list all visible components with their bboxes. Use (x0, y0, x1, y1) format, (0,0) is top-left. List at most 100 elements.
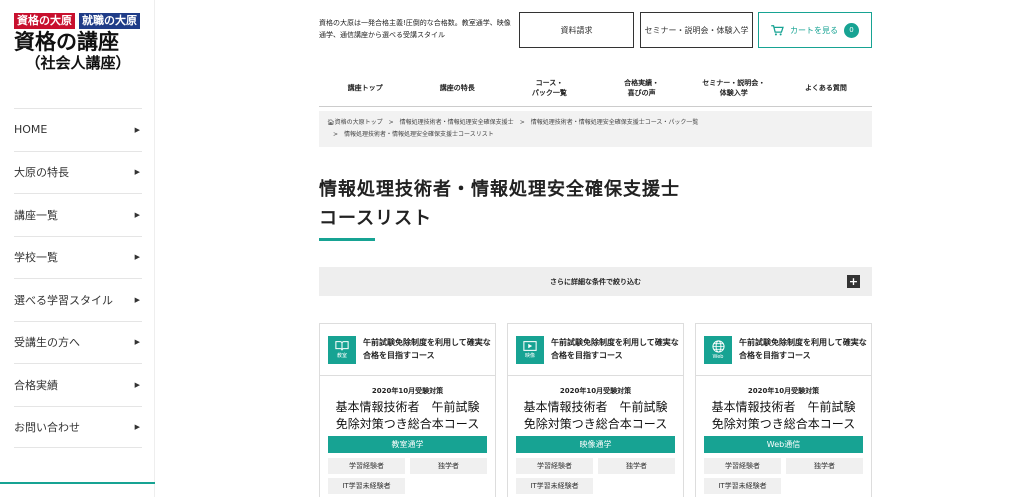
sidebar-accent-bar (0, 482, 155, 484)
target-tag: 学習経験者 (328, 458, 405, 474)
sidebar-item-label: HOME (14, 123, 48, 137)
badge-label: 教室 (336, 353, 347, 359)
course-name[interactable]: 基本情報技術者 午前試験 免除対策つき総合本コース (696, 399, 871, 433)
chevron-right-icon: ▶ (134, 253, 140, 262)
course-name-line1: 基本情報技術者 午前試験 (335, 400, 480, 414)
course-name-line1: 基本情報技術者 午前試験 (523, 400, 668, 414)
course-description: 午前試験免除制度を利用して確実な合格を目指すコース (551, 338, 679, 360)
home-icon: 🏠︎ (327, 119, 335, 126)
course-card[interactable]: Web 午前試験免除制度を利用して確実な合格を目指すコース 2020年10月受験… (695, 323, 872, 497)
cart-icon (771, 24, 784, 35)
page-title: 情報処理技術者・情報処理安全確保支援士 コースリスト (319, 175, 680, 233)
target-tags: 学習経験者 独学者 IT学習未経験者 (704, 458, 863, 494)
sidebar-item-home[interactable]: HOME ▶ (14, 108, 142, 151)
sidebar-item-label: 合格実績 (14, 378, 58, 392)
view-cart-button[interactable]: カートを見る 0 (758, 12, 872, 48)
page-title-line2: コースリスト (319, 208, 433, 229)
badge-label: Web (712, 353, 724, 360)
logo-tags: 資格の大原 就職の大原 (14, 13, 142, 29)
side-navigation: HOME ▶ 大原の特長 ▶ 講座一覧 ▶ 学校一覧 ▶ 選べる学習スタイル ▶… (14, 108, 142, 448)
target-tags: 学習経験者 独学者 IT学習未経験者 (516, 458, 675, 494)
target-tag: 独学者 (786, 458, 863, 474)
header-tagline: 資格の大原は一発合格主義!圧倒的な合格数。教室通学、映像通学、通信講座から選べる… (319, 19, 511, 39)
chevron-right-icon: ▶ (134, 168, 140, 177)
course-name-line1: 基本情報技術者 午前試験 (711, 400, 856, 414)
exam-target: 2020年10月受験対策 (371, 387, 444, 395)
logo-tag-shikaku: 資格の大原 (14, 13, 75, 29)
sidebar-item-schools[interactable]: 学校一覧 ▶ (14, 235, 142, 279)
target-tag: IT学習未経験者 (704, 478, 781, 494)
sidebar-item-features[interactable]: 大原の特長 ▶ (14, 150, 142, 194)
sidebar-item-contact[interactable]: お問い合わせ ▶ (14, 405, 142, 448)
sidebar-item-label: お問い合わせ (14, 420, 80, 434)
breadcrumb: 🏠︎資格の大原トップ > 情報処理技術者・情報処理安全確保支援士 > 情報処理技術者・情… (319, 111, 872, 147)
target-tag: 独学者 (410, 458, 487, 474)
view-cart-label: カートを見る (790, 25, 838, 35)
course-name-line2: 免除対策つき総合本コース (523, 417, 668, 431)
breadcrumb-item-course-list[interactable]: 情報処理技術者・情報処理安全確保支援士コース・パック一覧 (531, 119, 699, 126)
logo[interactable]: 資格の大原 就職の大原 資格の講座 （社会人講座） (14, 13, 142, 72)
seminar-label: セミナー・説明会・体験入学 (644, 25, 749, 35)
sidebar-item-courses[interactable]: 講座一覧 ▶ (14, 193, 142, 236)
breadcrumb-item-current: 情報処理技術者・情報処理安全確保支援士コースリスト (344, 131, 494, 138)
sidebar: 資格の大原 就職の大原 資格の講座 （社会人講座） HOME ▶ 大原の特長 ▶… (0, 0, 155, 497)
chevron-right-icon: ▶ (134, 422, 140, 431)
learning-style-badge: 映像通学 (516, 436, 675, 453)
tab-seminar[interactable]: セミナー・説明会・ 体験入学 (688, 70, 780, 106)
breadcrumb-separator: > (333, 131, 339, 138)
target-tag: IT学習未経験者 (328, 478, 405, 494)
tab-faq[interactable]: よくある質問 (780, 70, 872, 106)
sidebar-item-results[interactable]: 合格実績 ▶ (14, 363, 142, 406)
page-title-line1: 情報処理技術者・情報処理安全確保支援士 (319, 179, 680, 200)
sidebar-item-label: 学校一覧 (14, 251, 58, 265)
course-card[interactable]: 映像 午前試験免除制度を利用して確実な合格を目指すコース 2020年10月受験対… (507, 323, 684, 497)
course-description: 午前試験免除制度を利用して確実な合格を目指すコース (363, 338, 491, 360)
filter-label: さらに詳細な条件で絞り込む (550, 277, 641, 286)
globe-icon (711, 339, 725, 353)
learning-style-badge: 教室通学 (328, 436, 487, 453)
learning-style-badge: Web通信 (704, 436, 863, 453)
course-name[interactable]: 基本情報技術者 午前試験 免除対策つき総合本コース (508, 399, 683, 433)
badge-label: 映像 (524, 353, 535, 359)
request-materials-button[interactable]: 資料請求 (519, 12, 634, 48)
chevron-right-icon: ▶ (134, 338, 140, 347)
logo-sub-text: （社会人講座） (25, 54, 131, 72)
sidebar-item-label: 大原の特長 (14, 166, 69, 180)
chevron-right-icon: ▶ (134, 295, 140, 304)
breadcrumb-separator: > (519, 119, 525, 126)
sidebar-item-label: 受講生の方へ (14, 336, 80, 350)
classroom-badge: 教室 (328, 336, 356, 364)
course-navigation: 講座トップ 講座の特長 コース・ パック一覧 合格実績・ 喜びの声 セミナー・説… (319, 70, 872, 106)
course-card-header: 映像 午前試験免除制度を利用して確実な合格を目指すコース (508, 324, 683, 376)
book-icon (335, 341, 349, 351)
tab-course-top[interactable]: 講座トップ (319, 70, 411, 106)
tab-course-features[interactable]: 講座の特長 (411, 70, 503, 106)
video-badge: 映像 (516, 336, 544, 364)
logo-main-text: 資格の講座 (14, 30, 119, 54)
seminar-button[interactable]: セミナー・説明会・体験入学 (640, 12, 753, 48)
course-name-line2: 免除対策つき総合本コース (335, 417, 480, 431)
course-card-header: Web 午前試験免除制度を利用して確実な合格を目指すコース (696, 324, 871, 376)
course-card-header: 教室 午前試験免除制度を利用して確実な合格を目指すコース (320, 324, 495, 376)
sidebar-item-students[interactable]: 受講生の方へ ▶ (14, 320, 142, 364)
sidebar-item-learning-styles[interactable]: 選べる学習スタイル ▶ (14, 278, 142, 321)
course-name[interactable]: 基本情報技術者 午前試験 免除対策つき総合本コース (320, 399, 495, 433)
course-card[interactable]: 教室 午前試験免除制度を利用して確実な合格を目指すコース 2020年10月受験対… (319, 323, 496, 497)
breadcrumb-item-top[interactable]: 資格の大原トップ (335, 119, 383, 126)
target-tag: 学習経験者 (516, 458, 593, 474)
course-name-line2: 免除対策つき総合本コース (711, 417, 856, 431)
logo-tag-shushoku: 就職の大原 (79, 13, 140, 29)
title-underline (319, 238, 375, 241)
filter-toggle[interactable]: さらに詳細な条件で絞り込む + (319, 267, 872, 296)
tab-course-list[interactable]: コース・ パック一覧 (503, 70, 595, 106)
navigation-divider (319, 106, 872, 107)
tab-results[interactable]: 合格実績・ 喜びの声 (596, 70, 688, 106)
target-tag: 学習経験者 (704, 458, 781, 474)
sidebar-item-label: 講座一覧 (14, 208, 58, 222)
target-tags: 学習経験者 独学者 IT学習未経験者 (328, 458, 487, 494)
sidebar-item-label: 選べる学習スタイル (14, 293, 113, 307)
exam-target: 2020年10月受験対策 (559, 387, 632, 395)
chevron-right-icon: ▶ (134, 380, 140, 389)
breadcrumb-item-category[interactable]: 情報処理技術者・情報処理安全確保支援士 (400, 119, 514, 126)
breadcrumb-separator: > (388, 119, 394, 126)
